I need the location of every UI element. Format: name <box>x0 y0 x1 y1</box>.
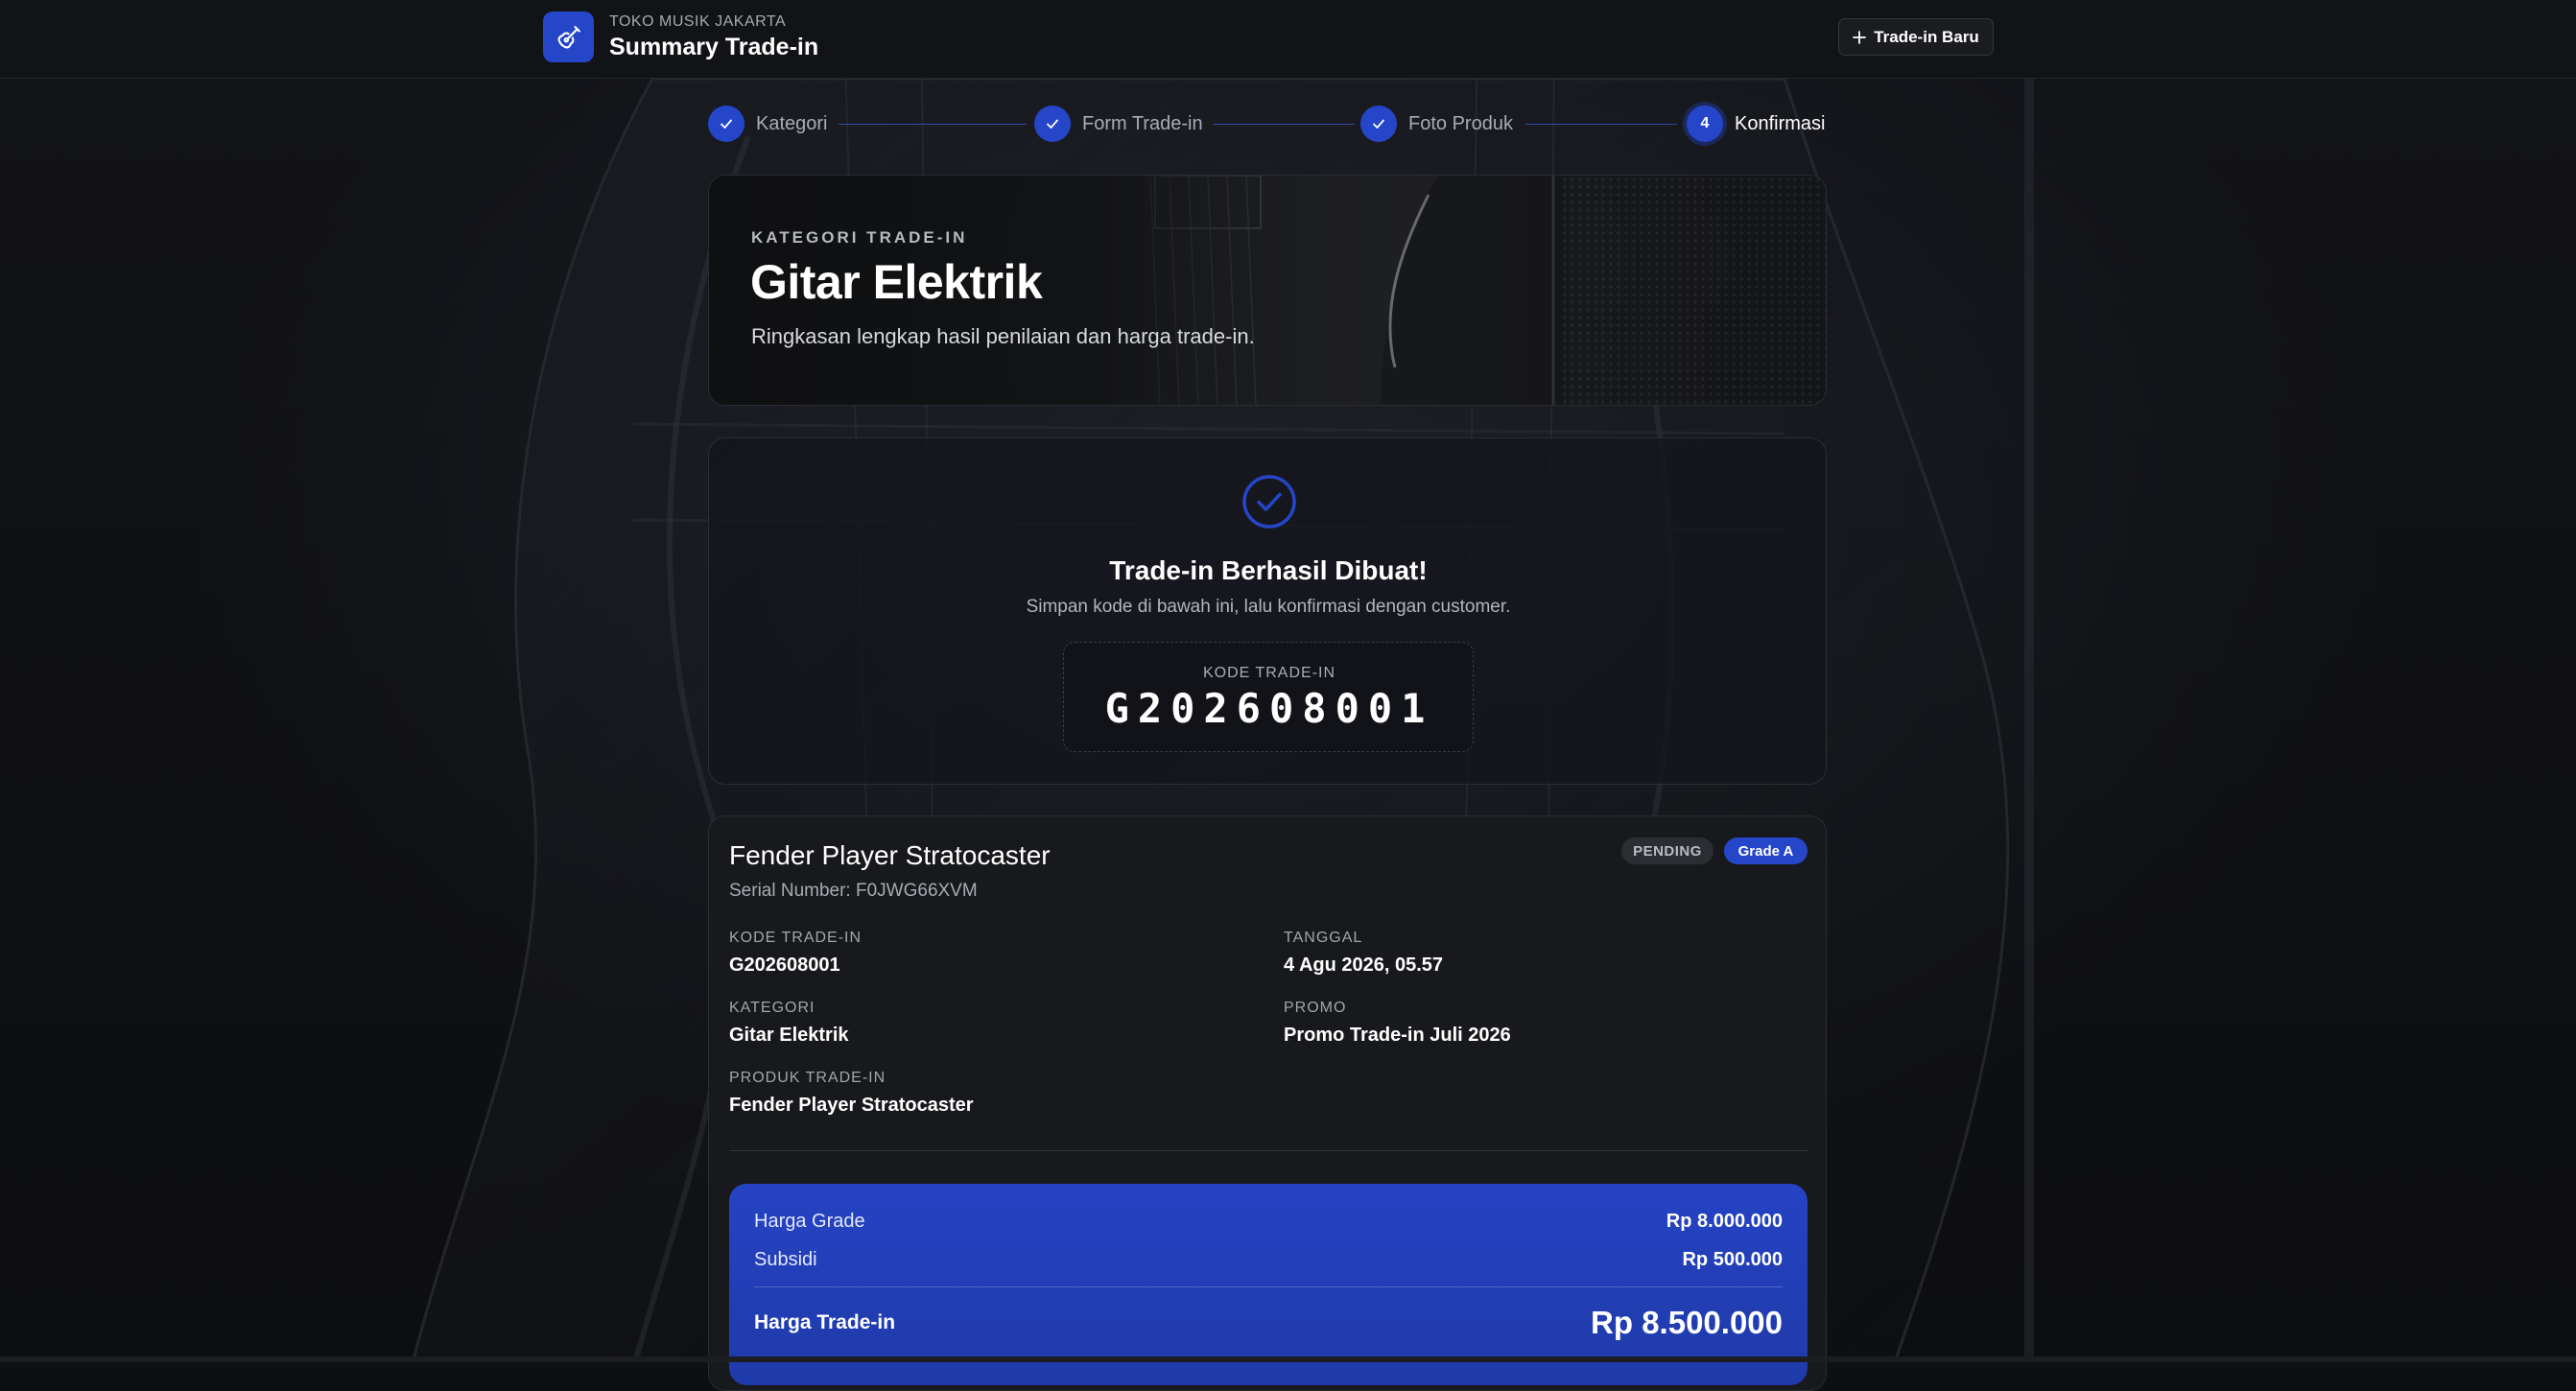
status-badge: PENDING <box>1621 837 1713 864</box>
field-label: KODE TRADE-IN <box>729 930 863 946</box>
code-label: KODE TRADE-IN <box>1202 665 1336 681</box>
price-row-total: Harga Trade-in Rp 8.500.000 <box>754 1305 1783 1341</box>
new-trade-in-button[interactable]: Trade-in Baru <box>1838 18 1994 56</box>
grade-badge: Grade A <box>1724 837 1808 864</box>
price-label: Harga Grade <box>754 1211 865 1232</box>
guitar-icon <box>543 12 594 62</box>
field-label: KATEGORI <box>729 1000 815 1016</box>
price-row-grade: Harga Grade Rp 8.000.000 <box>754 1211 1783 1233</box>
field-value: 4 Agu 2026, 05.57 <box>1284 955 1444 976</box>
progress-stepper: Kategori Form Trade-in Foto Produk 4 Kon… <box>708 106 1827 144</box>
field-value: Gitar Elektrik <box>729 1025 849 1046</box>
field-label: PRODUK TRADE-IN <box>729 1070 886 1086</box>
success-title: Trade-in Berhasil Dibuat! <box>1109 555 1428 585</box>
category-title: Gitar Elektrik <box>750 255 1043 309</box>
field-label: TANGGAL <box>1284 930 1363 946</box>
step-kategori[interactable]: Kategori <box>708 106 828 142</box>
success-subtitle: Simpan kode di bawah ini, lalu konfirmas… <box>1026 597 1511 617</box>
price-divider <box>754 1286 1783 1287</box>
field-value: Promo Trade-in Juli 2026 <box>1284 1025 1511 1046</box>
trade-in-code-box[interactable]: KODE TRADE-IN G202608001 <box>1063 642 1474 752</box>
field-value: G202608001 <box>729 955 840 976</box>
plus-icon <box>1853 30 1867 44</box>
field-label: PROMO <box>1284 1000 1347 1016</box>
check-icon <box>1360 106 1397 142</box>
step-foto-produk[interactable]: Foto Produk <box>1360 106 1513 142</box>
price-value: Rp 8.000.000 <box>1666 1211 1783 1232</box>
step-konfirmasi[interactable]: 4 Konfirmasi <box>1687 106 1825 142</box>
field-tanggal: TANGGAL 4 Agu 2026, 05.57 <box>1284 930 1443 977</box>
product-name: Fender Player Stratocaster <box>729 840 1051 870</box>
check-circle-icon <box>1242 475 1296 529</box>
divider <box>729 1150 1808 1151</box>
price-value: Rp 500.000 <box>1682 1249 1783 1270</box>
field-value: Fender Player Stratocaster <box>729 1095 974 1116</box>
total-label: Harga Trade-in <box>754 1311 896 1333</box>
step-connector <box>839 124 1027 125</box>
check-icon <box>1034 106 1071 142</box>
field-promo: PROMO Promo Trade-in Juli 2026 <box>1284 1000 1511 1047</box>
check-icon <box>708 106 744 142</box>
step-connector <box>1213 124 1355 125</box>
top-header: TOKO MUSIK JAKARTA Summary Trade-in Trad… <box>0 0 2576 79</box>
step-label: Form Trade-in <box>1082 112 1203 134</box>
price-summary: Harga Grade Rp 8.000.000 Subsidi Rp 500.… <box>729 1184 1808 1385</box>
field-kategori: KATEGORI Gitar Elektrik <box>729 1000 849 1047</box>
category-subtitle: Ringkasan lengkap hasil penilaian dan ha… <box>751 324 1255 348</box>
step-label: Foto Produk <box>1408 112 1513 134</box>
success-card: Trade-in Berhasil Dibuat! Simpan kode di… <box>708 437 1827 785</box>
field-produk-trade-in: PRODUK TRADE-IN Fender Player Stratocast… <box>729 1070 974 1117</box>
page-title: Summary Trade-in <box>609 34 819 60</box>
step-label: Konfirmasi <box>1735 112 1826 134</box>
new-trade-in-label: Trade-in Baru <box>1874 27 1979 46</box>
step-number: 4 <box>1687 106 1723 142</box>
step-connector <box>1525 124 1677 125</box>
price-label: Subsidi <box>754 1249 817 1270</box>
trade-in-code[interactable]: G202608001 <box>1064 685 1475 732</box>
category-kicker: KATEGORI TRADE-IN <box>751 228 968 247</box>
step-label: Kategori <box>756 112 828 134</box>
store-name: TOKO MUSIK JAKARTA <box>609 13 787 30</box>
total-value: Rp 8.500.000 <box>1591 1305 1783 1340</box>
price-row-subsidi: Subsidi Rp 500.000 <box>754 1249 1783 1271</box>
bottom-edge <box>0 1356 2576 1362</box>
serial-number: Serial Number: F0JWG66XVM <box>729 881 978 901</box>
trade-in-detail-card: Fender Player Stratocaster Serial Number… <box>708 815 1827 1391</box>
field-kode-trade-in: KODE TRADE-IN G202608001 <box>729 930 862 977</box>
step-form-trade-in[interactable]: Form Trade-in <box>1034 106 1203 142</box>
category-hero-card: KATEGORI TRADE-IN Gitar Elektrik Ringkas… <box>708 175 1827 406</box>
